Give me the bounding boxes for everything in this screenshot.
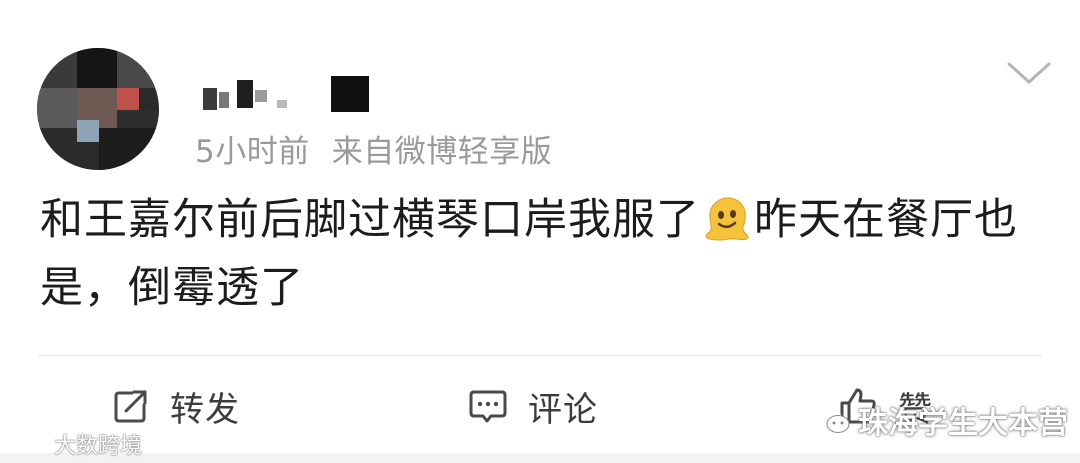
post-time: 5小时前	[195, 134, 310, 170]
wechat-icon	[812, 405, 850, 433]
avatar[interactable]	[37, 48, 159, 170]
post-text-part1: 和王嘉尔前后脚过横琴口岸我服了	[40, 195, 700, 245]
post-meta: 5小时前 来自微博轻享版	[195, 126, 552, 171]
watermark-right: 珠海学生大本营	[812, 398, 1068, 442]
comment-button[interactable]: 评论	[468, 378, 598, 434]
melting-face-emoji	[705, 197, 749, 241]
comment-label: 评论	[528, 389, 598, 430]
comment-icon	[469, 390, 507, 423]
post-text: 和王嘉尔前后脚过横琴口岸我服了 昨天在餐厅也是，倒霉透了	[40, 186, 1040, 322]
username[interactable]	[195, 62, 375, 112]
watermark-right-text: 珠海学生大本营	[858, 406, 1068, 441]
weibo-logo-icon	[7, 434, 50, 454]
watermark-left-text: 大数跨境	[54, 434, 143, 459]
repost-icon	[114, 390, 147, 423]
repost-button[interactable]: 转发	[112, 378, 240, 434]
divider	[38, 355, 1042, 356]
post-source[interactable]: 来自微博轻享版	[332, 134, 553, 170]
weibo-post-card: 5小时前 来自微博轻享版 和王嘉尔前后脚过横琴口岸我服了 昨天在餐厅也是，倒霉透了…	[0, 0, 1080, 459]
watermark-left: 大数跨境	[6, 428, 142, 460]
chevron-down-icon[interactable]	[1006, 58, 1052, 88]
repost-label: 转发	[170, 389, 240, 430]
